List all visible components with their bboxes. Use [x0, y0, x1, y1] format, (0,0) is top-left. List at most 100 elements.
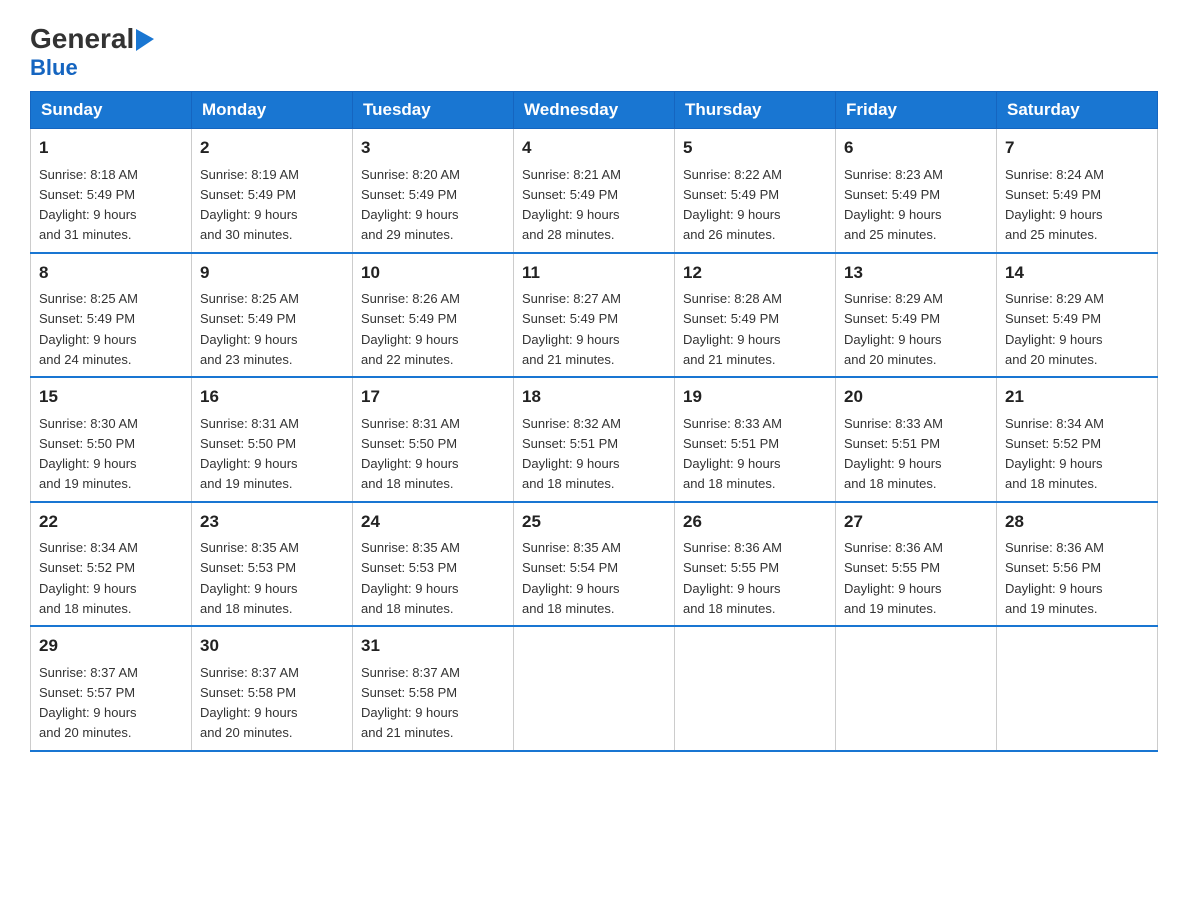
week-row-4: 22 Sunrise: 8:34 AMSunset: 5:52 PMDayligh… — [31, 502, 1158, 627]
day-info: Sunrise: 8:37 AMSunset: 5:58 PMDaylight:… — [361, 665, 460, 741]
day-number: 2 — [200, 135, 344, 161]
day-info: Sunrise: 8:21 AMSunset: 5:49 PMDaylight:… — [522, 167, 621, 243]
day-cell-19: 19 Sunrise: 8:33 AMSunset: 5:51 PMDayligh… — [675, 377, 836, 502]
day-cell-11: 11 Sunrise: 8:27 AMSunset: 5:49 PMDayligh… — [514, 253, 675, 378]
day-info: Sunrise: 8:31 AMSunset: 5:50 PMDaylight:… — [200, 416, 299, 492]
day-cell-26: 26 Sunrise: 8:36 AMSunset: 5:55 PMDayligh… — [675, 502, 836, 627]
day-cell-2: 2 Sunrise: 8:19 AMSunset: 5:49 PMDaylight… — [192, 129, 353, 253]
day-info: Sunrise: 8:28 AMSunset: 5:49 PMDaylight:… — [683, 291, 782, 367]
day-cell-10: 10 Sunrise: 8:26 AMSunset: 5:49 PMDayligh… — [353, 253, 514, 378]
day-info: Sunrise: 8:20 AMSunset: 5:49 PMDaylight:… — [361, 167, 460, 243]
day-number: 22 — [39, 509, 183, 535]
day-number: 6 — [844, 135, 988, 161]
day-cell-4: 4Sunrise: 8:21 AMSunset: 5:49 PMDaylight… — [514, 129, 675, 253]
day-info: Sunrise: 8:35 AMSunset: 5:53 PMDaylight:… — [361, 540, 460, 616]
empty-cell-w4-d4 — [675, 626, 836, 751]
header-friday: Friday — [836, 92, 997, 129]
day-number: 26 — [683, 509, 827, 535]
day-number: 17 — [361, 384, 505, 410]
day-number: 13 — [844, 260, 988, 286]
day-cell-28: 28 Sunrise: 8:36 AMSunset: 5:56 PMDayligh… — [997, 502, 1158, 627]
day-cell-6: 6Sunrise: 8:23 AMSunset: 5:49 PMDaylight… — [836, 129, 997, 253]
day-cell-16: 16 Sunrise: 8:31 AMSunset: 5:50 PMDayligh… — [192, 377, 353, 502]
day-number: 25 — [522, 509, 666, 535]
day-cell-8: 8 Sunrise: 8:25 AMSunset: 5:49 PMDaylight… — [31, 253, 192, 378]
logo-blue: Blue — [30, 55, 78, 81]
day-info: Sunrise: 8:19 AMSunset: 5:49 PMDaylight:… — [200, 167, 299, 243]
day-number: 29 — [39, 633, 183, 659]
day-cell-20: 20 Sunrise: 8:33 AMSunset: 5:51 PMDayligh… — [836, 377, 997, 502]
day-cell-22: 22 Sunrise: 8:34 AMSunset: 5:52 PMDayligh… — [31, 502, 192, 627]
day-info: Sunrise: 8:36 AMSunset: 5:55 PMDaylight:… — [844, 540, 943, 616]
day-info: Sunrise: 8:37 AMSunset: 5:58 PMDaylight:… — [200, 665, 299, 741]
day-cell-27: 27 Sunrise: 8:36 AMSunset: 5:55 PMDayligh… — [836, 502, 997, 627]
day-info: Sunrise: 8:33 AMSunset: 5:51 PMDaylight:… — [844, 416, 943, 492]
day-cell-30: 30Sunrise: 8:37 AMSunset: 5:58 PMDayligh… — [192, 626, 353, 751]
day-cell-23: 23 Sunrise: 8:35 AMSunset: 5:53 PMDayligh… — [192, 502, 353, 627]
empty-cell-w4-d6 — [997, 626, 1158, 751]
day-number: 23 — [200, 509, 344, 535]
day-info: Sunrise: 8:30 AMSunset: 5:50 PMDaylight:… — [39, 416, 138, 492]
day-info: Sunrise: 8:26 AMSunset: 5:49 PMDaylight:… — [361, 291, 460, 367]
day-number: 28 — [1005, 509, 1149, 535]
week-row-5: 29 Sunrise: 8:37 AMSunset: 5:57 PMDayligh… — [31, 626, 1158, 751]
day-info: Sunrise: 8:33 AMSunset: 5:51 PMDaylight:… — [683, 416, 782, 492]
day-cell-29: 29 Sunrise: 8:37 AMSunset: 5:57 PMDayligh… — [31, 626, 192, 751]
header-saturday: Saturday — [997, 92, 1158, 129]
day-number: 11 — [522, 260, 666, 286]
day-info: Sunrise: 8:36 AMSunset: 5:55 PMDaylight:… — [683, 540, 782, 616]
weekday-header-row: SundayMondayTuesdayWednesdayThursdayFrid… — [31, 92, 1158, 129]
day-number: 9 — [200, 260, 344, 286]
day-info: Sunrise: 8:18 AMSunset: 5:49 PMDaylight:… — [39, 167, 138, 243]
day-number: 21 — [1005, 384, 1149, 410]
day-number: 24 — [361, 509, 505, 535]
day-info: Sunrise: 8:35 AMSunset: 5:54 PMDaylight:… — [522, 540, 621, 616]
header-monday: Monday — [192, 92, 353, 129]
day-info: Sunrise: 8:25 AMSunset: 5:49 PMDaylight:… — [39, 291, 138, 367]
day-number: 15 — [39, 384, 183, 410]
day-number: 7 — [1005, 135, 1149, 161]
day-cell-5: 5Sunrise: 8:22 AMSunset: 5:49 PMDaylight… — [675, 129, 836, 253]
day-info: Sunrise: 8:29 AMSunset: 5:49 PMDaylight:… — [844, 291, 943, 367]
day-info: Sunrise: 8:34 AMSunset: 5:52 PMDaylight:… — [1005, 416, 1104, 492]
day-cell-15: 15 Sunrise: 8:30 AMSunset: 5:50 PMDayligh… — [31, 377, 192, 502]
day-cell-3: 3 Sunrise: 8:20 AMSunset: 5:49 PMDaylight… — [353, 129, 514, 253]
header-wednesday: Wednesday — [514, 92, 675, 129]
day-cell-17: 17Sunrise: 8:31 AMSunset: 5:50 PMDayligh… — [353, 377, 514, 502]
day-number: 27 — [844, 509, 988, 535]
day-cell-24: 24 Sunrise: 8:35 AMSunset: 5:53 PMDayligh… — [353, 502, 514, 627]
day-info: Sunrise: 8:35 AMSunset: 5:53 PMDaylight:… — [200, 540, 299, 616]
day-cell-14: 14 Sunrise: 8:29 AMSunset: 5:49 PMDayligh… — [997, 253, 1158, 378]
day-number: 19 — [683, 384, 827, 410]
day-number: 5 — [683, 135, 827, 161]
logo-general: General — [30, 25, 134, 53]
day-info: Sunrise: 8:37 AMSunset: 5:57 PMDaylight:… — [39, 665, 138, 741]
day-number: 14 — [1005, 260, 1149, 286]
day-number: 12 — [683, 260, 827, 286]
day-cell-1: 1 Sunrise: 8:18 AMSunset: 5:49 PMDaylight… — [31, 129, 192, 253]
day-number: 18 — [522, 384, 666, 410]
day-number: 16 — [200, 384, 344, 410]
day-cell-13: 13 Sunrise: 8:29 AMSunset: 5:49 PMDayligh… — [836, 253, 997, 378]
header-thursday: Thursday — [675, 92, 836, 129]
day-number: 3 — [361, 135, 505, 161]
day-number: 31 — [361, 633, 505, 659]
day-number: 1 — [39, 135, 183, 161]
week-row-2: 8 Sunrise: 8:25 AMSunset: 5:49 PMDaylight… — [31, 253, 1158, 378]
day-number: 20 — [844, 384, 988, 410]
day-cell-25: 25 Sunrise: 8:35 AMSunset: 5:54 PMDayligh… — [514, 502, 675, 627]
logo: General Blue — [30, 25, 158, 81]
day-info: Sunrise: 8:25 AMSunset: 5:49 PMDaylight:… — [200, 291, 299, 367]
day-info: Sunrise: 8:29 AMSunset: 5:49 PMDaylight:… — [1005, 291, 1104, 367]
day-info: Sunrise: 8:36 AMSunset: 5:56 PMDaylight:… — [1005, 540, 1104, 616]
day-info: Sunrise: 8:27 AMSunset: 5:49 PMDaylight:… — [522, 291, 621, 367]
day-info: Sunrise: 8:32 AMSunset: 5:51 PMDaylight:… — [522, 416, 621, 492]
day-info: Sunrise: 8:34 AMSunset: 5:52 PMDaylight:… — [39, 540, 138, 616]
day-number: 10 — [361, 260, 505, 286]
day-number: 8 — [39, 260, 183, 286]
header-sunday: Sunday — [31, 92, 192, 129]
day-cell-9: 9 Sunrise: 8:25 AMSunset: 5:49 PMDaylight… — [192, 253, 353, 378]
week-row-3: 15 Sunrise: 8:30 AMSunset: 5:50 PMDayligh… — [31, 377, 1158, 502]
calendar-table: SundayMondayTuesdayWednesdayThursdayFrid… — [30, 91, 1158, 752]
week-row-1: 1 Sunrise: 8:18 AMSunset: 5:49 PMDaylight… — [31, 129, 1158, 253]
